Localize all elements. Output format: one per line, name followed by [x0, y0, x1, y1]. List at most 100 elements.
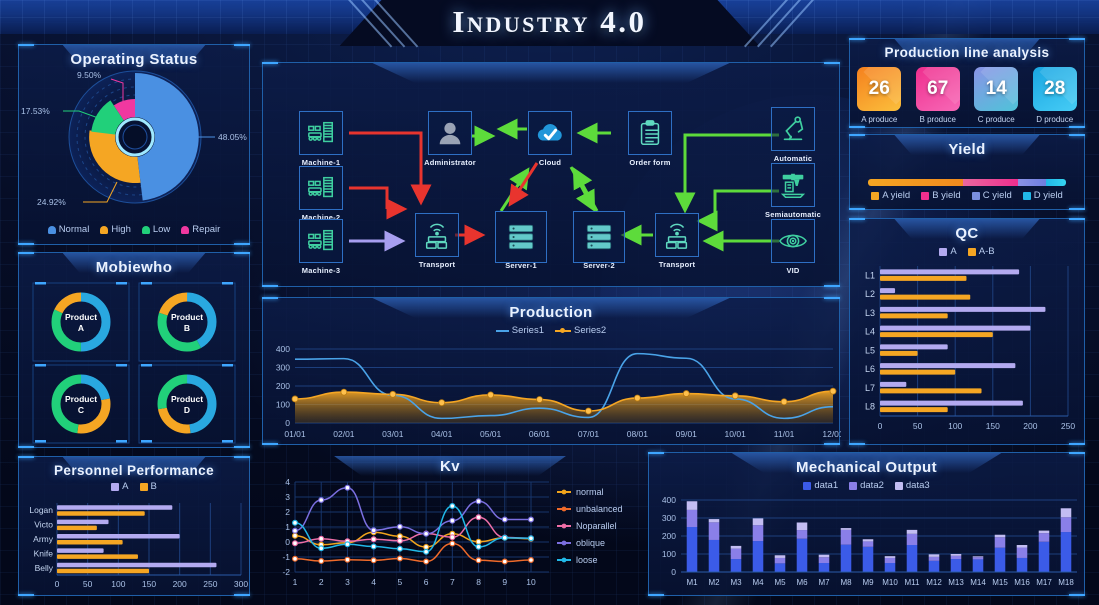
legend-swatch-repair	[181, 225, 190, 234]
x-tick-label: 8	[476, 577, 481, 587]
data-point	[396, 545, 403, 552]
3d-printer-icon	[780, 173, 806, 198]
legend-swatch-low	[141, 225, 150, 234]
bar-segment	[840, 529, 852, 545]
y-tick-label: 0	[285, 418, 290, 428]
x-tick-label: 08/01	[627, 429, 649, 439]
x-tick-label: M5	[774, 578, 786, 587]
panel-process-flow: Machine-1 Machine-2 Machine-3 Administra…	[262, 62, 840, 287]
mobiewho-title: Mobiewho	[95, 259, 173, 276]
legend-swatch-data2	[849, 481, 858, 490]
flow-node-cloud[interactable]	[528, 111, 572, 155]
flow-node-server-2[interactable]	[573, 211, 625, 263]
legend-swatch-high	[100, 225, 109, 234]
flow-node-server-1[interactable]	[495, 211, 547, 263]
legend-item-repair: Repair	[181, 224, 220, 235]
produce-card-a[interactable]: 26 A produce	[857, 67, 902, 124]
flow-node-transport-right[interactable]	[655, 213, 699, 257]
page-title: Industry 4.0	[452, 4, 647, 39]
y-tick-label: 0	[285, 537, 290, 547]
flow-node-vid[interactable]	[771, 219, 815, 263]
data-point	[682, 390, 690, 397]
data-point	[344, 541, 351, 548]
legend-dot	[561, 489, 567, 495]
produce-caption-a: A produce	[861, 115, 898, 124]
legend-label-data3: data3	[905, 480, 930, 491]
bar-segment	[1038, 533, 1050, 542]
dashboard-header: Industry 4.0	[0, 0, 1099, 48]
flow-node-administrator[interactable]	[428, 111, 472, 155]
x-tick-label: 04/01	[431, 429, 453, 439]
x-tick-label: 2	[319, 577, 324, 587]
data-point	[449, 534, 456, 541]
y-tick-label: -1	[282, 552, 290, 562]
bar	[880, 369, 956, 375]
x-tick-label: M2	[708, 578, 720, 587]
flow-node-machine-3[interactable]	[299, 219, 343, 263]
category-label: L6	[865, 364, 875, 374]
legend-swatch-normal	[47, 225, 56, 234]
data-point	[370, 527, 377, 534]
flow-node-order-form[interactable]	[628, 111, 672, 155]
category-label: L4	[865, 327, 875, 337]
produce-card-d[interactable]: 28 D produce	[1032, 67, 1077, 124]
x-tick-label: 50	[913, 421, 923, 431]
panel-personnel-performance: Personnel Performance A B 0 50 100 150 200 25…	[18, 456, 250, 596]
bar	[880, 313, 948, 319]
bar	[57, 511, 145, 516]
bar-segment	[708, 539, 720, 572]
flow-node-semiautomatic[interactable]	[771, 163, 815, 207]
y-tick-label: 300	[662, 513, 676, 523]
y-tick-label: 300	[276, 363, 290, 373]
legend-label-series2: Series2	[574, 325, 607, 336]
flow-node-transport-left[interactable]	[415, 213, 459, 257]
bar-segment	[774, 557, 786, 564]
data-point	[318, 497, 325, 504]
personnel-title: Personnel Performance	[54, 463, 214, 478]
data-point	[449, 503, 456, 510]
category-label: L7	[865, 383, 875, 393]
legend-dot	[561, 523, 567, 529]
x-tick-label: 300	[234, 579, 248, 589]
category-label: Belly	[35, 563, 54, 573]
y-tick-label: 1	[285, 522, 290, 532]
category-label: L3	[865, 308, 875, 318]
category-label: Army	[33, 534, 54, 544]
flow-node-machine-2[interactable]	[299, 166, 343, 210]
legend-item-data3: data3	[894, 480, 930, 491]
produce-card-b[interactable]: 67 B produce	[915, 67, 960, 124]
legend-item-qc-a: A	[939, 246, 957, 257]
legend-swatch-d-yield	[1022, 191, 1031, 200]
data-point	[292, 519, 299, 526]
production-analysis-title: Production line analysis	[884, 45, 1050, 60]
produce-card-c[interactable]: 14 C produce	[974, 67, 1019, 124]
bar-segment	[994, 537, 1006, 548]
mechanical-output-legend: data1 data2 data3	[649, 480, 1084, 491]
bar	[880, 381, 907, 387]
bar-segment	[884, 563, 896, 572]
bar-segment	[840, 528, 852, 530]
flow-label-semiautomatic: Semiautomatic	[765, 210, 821, 219]
bar	[57, 525, 97, 531]
x-tick-label: 250	[1061, 421, 1075, 431]
bar-segment	[796, 538, 808, 572]
flow-node-machine-1[interactable]	[299, 111, 343, 155]
legend-label-c-yield: C yield	[982, 190, 1012, 201]
panel-operating-status: Operating Status 48.05% 24.92% 17.53% 9.…	[18, 44, 250, 245]
bar-segment	[862, 539, 874, 542]
legend-swatch-data3	[894, 481, 903, 490]
data-point	[449, 517, 456, 524]
flow-node-automatic[interactable]	[771, 107, 815, 151]
x-tick-label: 0	[55, 579, 60, 589]
clipboard-icon	[640, 120, 660, 145]
legend-item-b: B	[139, 481, 157, 492]
data-point	[318, 545, 325, 552]
bar-segment	[752, 541, 764, 572]
bar-segment	[818, 557, 830, 563]
bar	[57, 554, 138, 559]
x-tick-label: 02/01	[333, 429, 355, 439]
server-icon	[508, 224, 534, 250]
x-tick-label: M15	[992, 578, 1008, 587]
legend-item-d-yield: D yield	[1022, 190, 1063, 201]
legend-label-data2: data2	[860, 480, 884, 491]
